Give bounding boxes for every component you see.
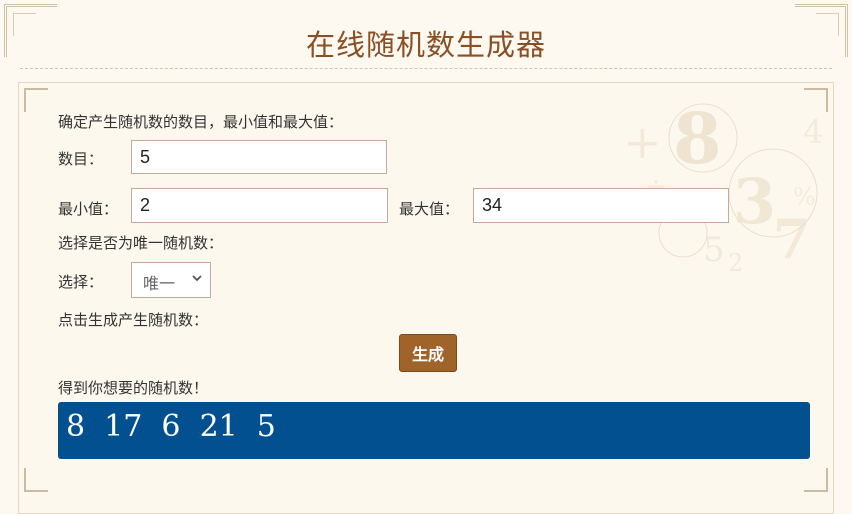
generate-button[interactable]: 生成 (399, 334, 457, 372)
max-label: 最大值： (399, 200, 460, 218)
svg-text:7: 7 (773, 207, 811, 271)
select-label: 选择： (58, 273, 104, 291)
max-input[interactable] (473, 188, 729, 223)
unique-prompt: 选择是否为唯一随机数： (58, 234, 224, 252)
svg-text:8: 8 (673, 97, 722, 180)
page-title: 在线随机数生成器 (305, 28, 546, 62)
panel-corner-bottom-left (24, 468, 48, 492)
result-label: 得到你想要的随机数！ (58, 379, 209, 397)
result-box: 8 17 6 21 5 (58, 402, 810, 459)
min-label: 最小值： (58, 200, 119, 218)
panel-corner-top-left (24, 88, 48, 112)
frame-corner-top-right (795, 4, 848, 57)
panel-corner-top-right (804, 88, 828, 112)
min-input[interactable] (131, 188, 388, 223)
svg-text:%: % (793, 183, 816, 211)
title-divider (20, 68, 832, 69)
svg-text:5: 5 (703, 230, 725, 270)
panel-corner-bottom-right (804, 468, 828, 492)
svg-text:2: 2 (728, 249, 743, 277)
chevron-down-icon (192, 275, 202, 282)
count-input[interactable] (131, 140, 387, 174)
unique-select[interactable]: 唯一 (131, 262, 211, 298)
result-numbers: 8 17 6 21 5 (66, 409, 276, 444)
svg-text:+: + (623, 115, 662, 169)
unique-select-value: 唯一 (143, 274, 176, 293)
svg-text:3: 3 (733, 165, 776, 238)
count-label: 数目： (58, 150, 104, 168)
generate-prompt: 点击生成产生随机数： (58, 311, 209, 329)
frame-corner-top-left (4, 4, 57, 57)
instruction-text: 确定产生随机数的数目，最小值和最大值： (58, 113, 344, 131)
number-decoration-icon: 8 3 7 + 5 2 4 ÷ % (623, 97, 823, 277)
generator-panel: 8 3 7 + 5 2 4 ÷ % 确定产生随机数的数目，最小值和最大值： 数目… (18, 82, 834, 514)
svg-text:4: 4 (803, 113, 823, 151)
